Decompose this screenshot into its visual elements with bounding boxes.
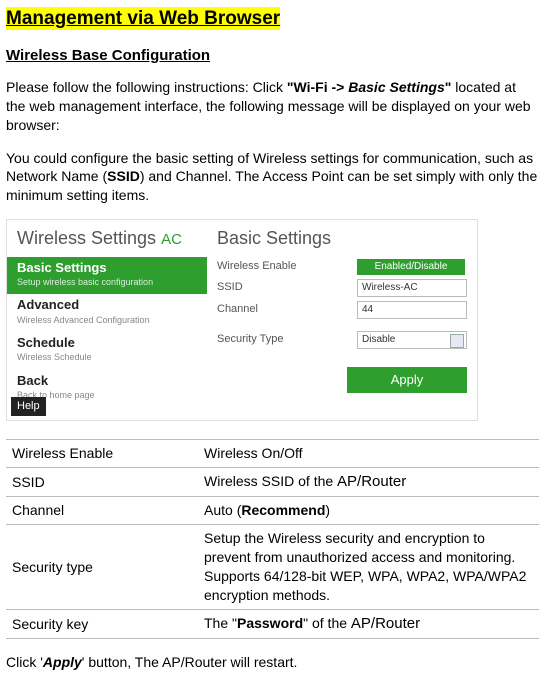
section-heading: Wireless Base Configuration — [6, 46, 539, 66]
page-title: Management via Web Browser — [6, 6, 539, 32]
screenshot-sidebar: Wireless Settings AC Basic Settings Setu… — [7, 220, 207, 420]
panel-title: Basic Settings — [217, 220, 477, 256]
wireless-enable-toggle[interactable]: Enabled/Disable — [357, 259, 465, 275]
ssid-input[interactable]: Wireless-AC — [357, 279, 467, 297]
screenshot-main: Basic Settings Wireless Enable Enabled/D… — [217, 220, 477, 392]
sidebar-item-schedule[interactable]: Schedule Wireless Schedule — [7, 332, 207, 370]
row-security-type: Security Type Disable — [217, 329, 477, 351]
channel-input[interactable]: 44 — [357, 301, 467, 319]
table-row: Channel Auto (Recommend) — [6, 497, 539, 525]
table-row: Security type Setup the Wireless securit… — [6, 525, 539, 610]
paragraph-1: Please follow the following instructions… — [6, 78, 539, 135]
table-row: Wireless Enable Wireless On/Off — [6, 440, 539, 468]
sidebar-item-advanced[interactable]: Advanced Wireless Advanced Configuration — [7, 294, 207, 332]
row-channel: Channel 44 — [217, 299, 477, 321]
table-row: SSID Wireless SSID of the AP/Router — [6, 468, 539, 497]
security-type-select[interactable]: Disable — [357, 331, 467, 349]
paragraph-footer: Click 'Apply' button, The AP/Router will… — [6, 653, 539, 672]
table-row: Security key The "Password" of the AP/Ro… — [6, 609, 539, 638]
help-button[interactable]: Help — [11, 397, 46, 416]
row-wireless-enable: Wireless Enable Enabled/Disable — [217, 257, 477, 277]
screenshot-wireless-settings: Wireless Settings AC Basic Settings Setu… — [6, 219, 478, 421]
sidebar-item-basic-settings[interactable]: Basic Settings Setup wireless basic conf… — [7, 257, 207, 295]
sidebar-title: Wireless Settings AC — [7, 220, 207, 256]
row-ssid: SSID Wireless-AC — [217, 277, 477, 299]
apply-button[interactable]: Apply — [347, 367, 467, 393]
settings-description-table: Wireless Enable Wireless On/Off SSID Wir… — [6, 439, 539, 639]
paragraph-2: You could configure the basic setting of… — [6, 149, 539, 206]
